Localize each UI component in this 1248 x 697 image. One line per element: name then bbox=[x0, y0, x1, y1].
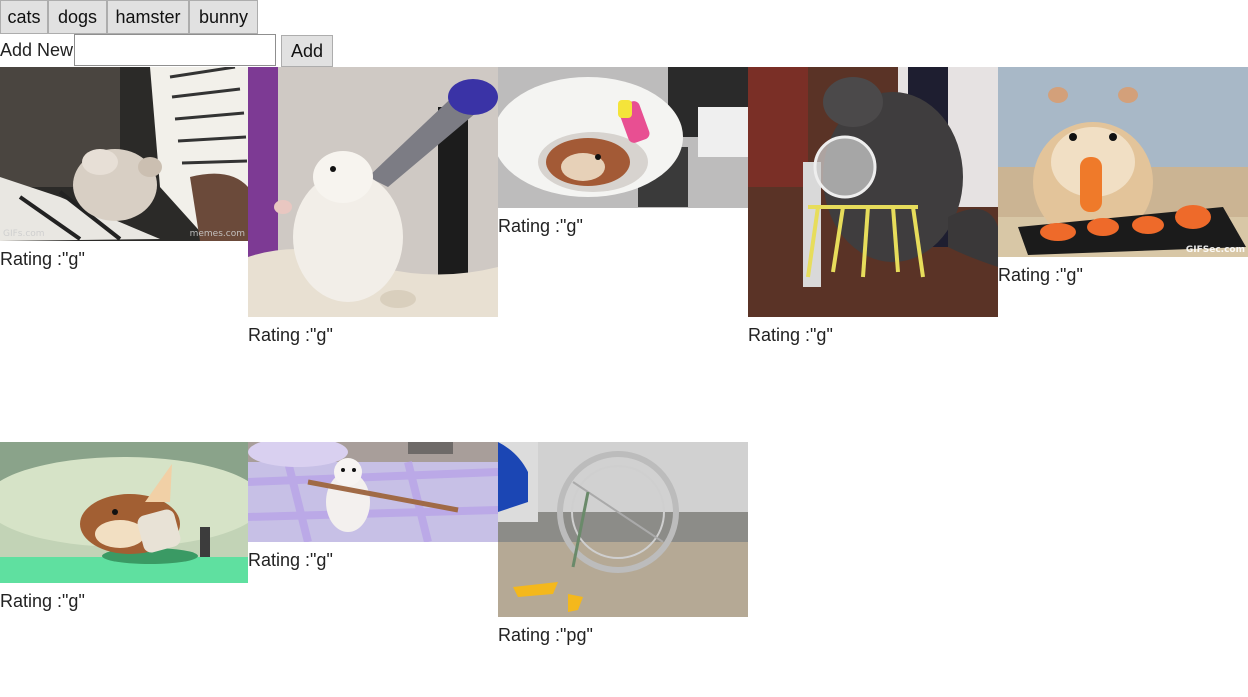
gif-rating: Rating :"g" bbox=[248, 325, 333, 345]
gif-card: GIFs.com memes.com Rating :"g" bbox=[0, 67, 248, 270]
gif-watermark-left: GIFs.com bbox=[3, 229, 45, 239]
add-topic-input[interactable] bbox=[74, 34, 276, 66]
gif-rating: Rating :"g" bbox=[748, 325, 833, 345]
topic-button-bunny[interactable]: bunny bbox=[189, 0, 258, 34]
gif-rating: Rating :"g" bbox=[998, 265, 1083, 285]
gif-card: Rating :"g" bbox=[248, 442, 498, 571]
gif-rating: Rating :"g" bbox=[0, 249, 85, 269]
gif-image[interactable]: GIFs.com memes.com bbox=[0, 67, 248, 241]
gif-rating: Rating :"pg" bbox=[498, 625, 593, 645]
gif-card: Rating :"g" bbox=[748, 67, 998, 346]
gif-rating: Rating :"g" bbox=[248, 550, 333, 570]
gif-image[interactable] bbox=[248, 442, 498, 542]
topic-button-cats[interactable]: cats bbox=[0, 0, 48, 34]
gif-image[interactable]: GIFSec.com bbox=[998, 67, 1248, 257]
gif-card: Rating :"g" bbox=[498, 67, 748, 237]
gif-watermark: GIFSec.com bbox=[1185, 245, 1245, 255]
gif-rating: Rating :"g" bbox=[498, 216, 583, 236]
topic-button-dogs[interactable]: dogs bbox=[48, 0, 107, 34]
topic-button-hamster[interactable]: hamster bbox=[107, 0, 189, 34]
gif-card: GIFSec.com Rating :"g" bbox=[998, 67, 1248, 286]
gif-image[interactable] bbox=[0, 442, 248, 583]
gif-image[interactable] bbox=[248, 67, 498, 317]
gif-card: Rating :"pg" bbox=[498, 442, 748, 646]
gif-rating: Rating :"g" bbox=[0, 591, 85, 611]
add-new-label: Add New bbox=[0, 40, 74, 60]
gif-card: Rating :"g" bbox=[0, 442, 248, 612]
gif-card: Rating :"g" bbox=[248, 67, 498, 346]
gif-image[interactable] bbox=[498, 442, 748, 617]
gif-watermark: memes.com bbox=[189, 229, 245, 239]
add-topic-button[interactable]: Add bbox=[281, 35, 333, 67]
gif-image[interactable] bbox=[498, 67, 748, 208]
gif-image[interactable] bbox=[748, 67, 998, 317]
